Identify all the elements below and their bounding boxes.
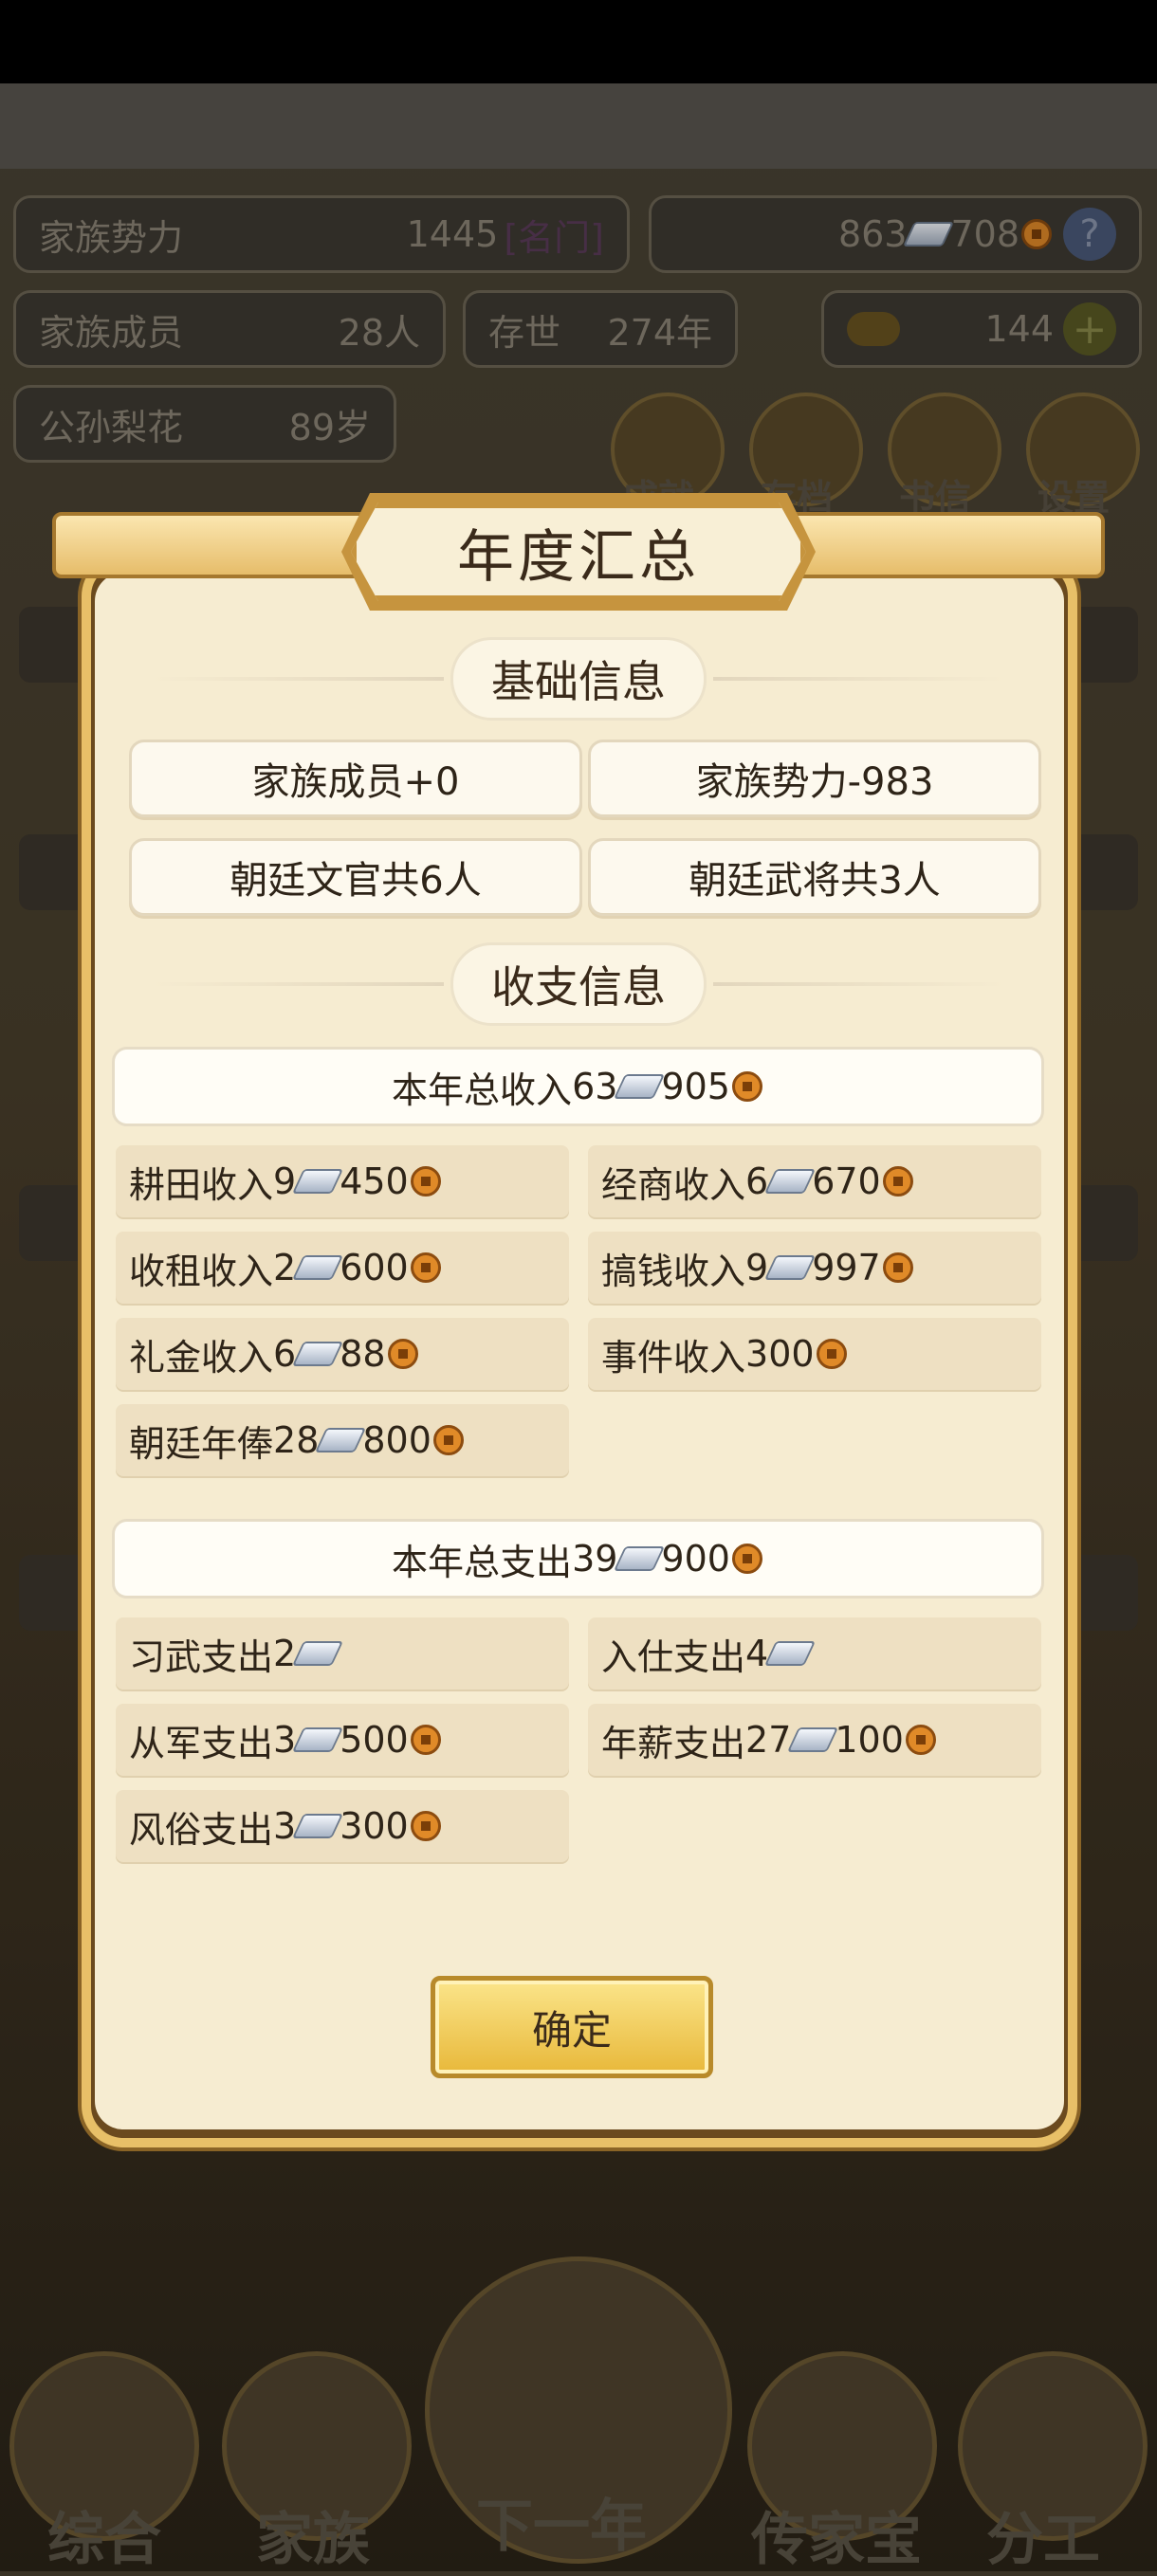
confirm-button[interactable]: 确定 bbox=[431, 1976, 713, 2078]
copper-coin-icon bbox=[410, 1811, 441, 1841]
copper-coin-icon bbox=[432, 1425, 464, 1455]
silver-ingot-icon bbox=[292, 1342, 344, 1366]
silver-ingot-icon bbox=[292, 1814, 344, 1838]
item-silver: 27 bbox=[745, 1719, 792, 1761]
income-total-bar: 本年总收入 63 905 bbox=[112, 1047, 1044, 1126]
divider bbox=[152, 677, 444, 681]
copper-coin-icon bbox=[905, 1725, 936, 1755]
expense-item-annual-salary: 年薪支出 27 100 bbox=[588, 1704, 1041, 1776]
silver-ingot-icon bbox=[315, 1428, 367, 1452]
income-item-rent: 收租收入 2 600 bbox=[116, 1232, 569, 1304]
expense-item-officialdom: 入仕支出 4 bbox=[588, 1617, 1041, 1690]
silver-ingot-icon bbox=[614, 1546, 666, 1571]
silver-ingot-icon bbox=[292, 1255, 344, 1280]
income-item-farming: 耕田收入 9 450 bbox=[116, 1145, 569, 1217]
item-coin: 300 bbox=[745, 1333, 815, 1375]
basic-info-military-generals: 朝廷武将共3人 bbox=[588, 838, 1041, 916]
copper-coin-icon bbox=[731, 1071, 762, 1102]
income-item-events: 事件收入 300 bbox=[588, 1318, 1041, 1390]
basic-info-family-members: 家族成员+0 bbox=[129, 740, 582, 817]
item-label: 习武支出 bbox=[129, 1635, 274, 1678]
title-plaque: 年度汇总 bbox=[351, 502, 806, 601]
item-coin: 300 bbox=[340, 1805, 409, 1847]
item-silver: 4 bbox=[745, 1633, 769, 1674]
item-coin: 450 bbox=[340, 1160, 409, 1202]
silver-ingot-icon bbox=[292, 1641, 344, 1666]
copper-coin-icon bbox=[410, 1252, 441, 1283]
item-silver: 9 bbox=[745, 1247, 769, 1288]
item-silver: 6 bbox=[273, 1333, 297, 1375]
item-label: 朝廷年俸 bbox=[129, 1422, 274, 1465]
item-silver: 28 bbox=[273, 1419, 320, 1461]
item-silver: 3 bbox=[273, 1719, 297, 1761]
income-total-coin: 905 bbox=[661, 1066, 730, 1107]
silver-ingot-icon bbox=[787, 1727, 839, 1752]
silver-ingot-icon bbox=[764, 1255, 817, 1280]
income-item-money-making: 搞钱收入 9 997 bbox=[588, 1232, 1041, 1304]
expense-total-label: 本年总支出 bbox=[392, 1541, 573, 1583]
expense-total-silver: 39 bbox=[572, 1538, 618, 1580]
silver-ingot-icon bbox=[292, 1727, 344, 1752]
basic-info-family-power: 家族势力-983 bbox=[588, 740, 1041, 817]
copper-coin-icon bbox=[387, 1339, 418, 1369]
item-coin: 800 bbox=[362, 1419, 432, 1461]
income-total-label: 本年总收入 bbox=[392, 1069, 573, 1111]
copper-coin-icon bbox=[882, 1166, 913, 1197]
item-silver: 2 bbox=[273, 1633, 297, 1674]
income-total-silver: 63 bbox=[572, 1066, 618, 1107]
copper-coin-icon bbox=[731, 1544, 762, 1574]
item-coin: 670 bbox=[812, 1160, 881, 1202]
expense-item-customs: 风俗支出 3 300 bbox=[116, 1790, 569, 1862]
dialog-title: 年度汇总 bbox=[457, 523, 700, 591]
finance-section-title: 收支信息 bbox=[453, 945, 704, 1023]
expense-item-martial-training: 习武支出 2 bbox=[116, 1617, 569, 1690]
silver-ingot-icon bbox=[614, 1074, 666, 1099]
divider bbox=[713, 677, 1005, 681]
item-label: 从军支出 bbox=[129, 1722, 274, 1764]
income-item-trade: 经商收入 6 670 bbox=[588, 1145, 1041, 1217]
copper-coin-icon bbox=[410, 1166, 441, 1197]
item-label: 事件收入 bbox=[601, 1336, 746, 1379]
basic-section-title: 基础信息 bbox=[453, 640, 704, 718]
item-silver: 9 bbox=[273, 1160, 297, 1202]
basic-info-civil-officials: 朝廷文官共6人 bbox=[129, 838, 582, 916]
item-label: 年薪支出 bbox=[601, 1722, 746, 1764]
item-coin: 500 bbox=[340, 1719, 409, 1761]
item-label: 收租收入 bbox=[129, 1250, 274, 1292]
copper-coin-icon bbox=[882, 1252, 913, 1283]
divider bbox=[152, 982, 444, 986]
expense-total-bar: 本年总支出 39 900 bbox=[112, 1519, 1044, 1599]
expense-total-coin: 900 bbox=[661, 1538, 730, 1580]
item-coin: 997 bbox=[812, 1247, 881, 1288]
finance-section-header: 收支信息 bbox=[152, 945, 1005, 1023]
divider bbox=[713, 982, 1005, 986]
status-bar bbox=[0, 0, 1157, 83]
silver-ingot-icon bbox=[764, 1641, 817, 1666]
copper-coin-icon bbox=[410, 1725, 441, 1755]
item-label: 搞钱收入 bbox=[601, 1250, 746, 1292]
income-item-gifts: 礼金收入 6 88 bbox=[116, 1318, 569, 1390]
silver-ingot-icon bbox=[292, 1169, 344, 1194]
silver-ingot-icon bbox=[764, 1169, 817, 1194]
item-coin: 88 bbox=[340, 1333, 386, 1375]
item-label: 风俗支出 bbox=[129, 1808, 274, 1851]
item-label: 入仕支出 bbox=[601, 1635, 746, 1678]
item-silver: 6 bbox=[745, 1160, 769, 1202]
item-label: 经商收入 bbox=[601, 1163, 746, 1206]
item-coin: 600 bbox=[340, 1247, 409, 1288]
copper-coin-icon bbox=[816, 1339, 847, 1369]
item-silver: 3 bbox=[273, 1805, 297, 1847]
basic-section-header: 基础信息 bbox=[152, 640, 1005, 718]
item-silver: 2 bbox=[273, 1247, 297, 1288]
expense-item-military: 从军支出 3 500 bbox=[116, 1704, 569, 1776]
income-item-court-salary: 朝廷年俸 28 800 bbox=[116, 1404, 569, 1476]
item-label: 耕田收入 bbox=[129, 1163, 274, 1206]
item-label: 礼金收入 bbox=[129, 1336, 274, 1379]
item-coin: 100 bbox=[835, 1719, 904, 1761]
